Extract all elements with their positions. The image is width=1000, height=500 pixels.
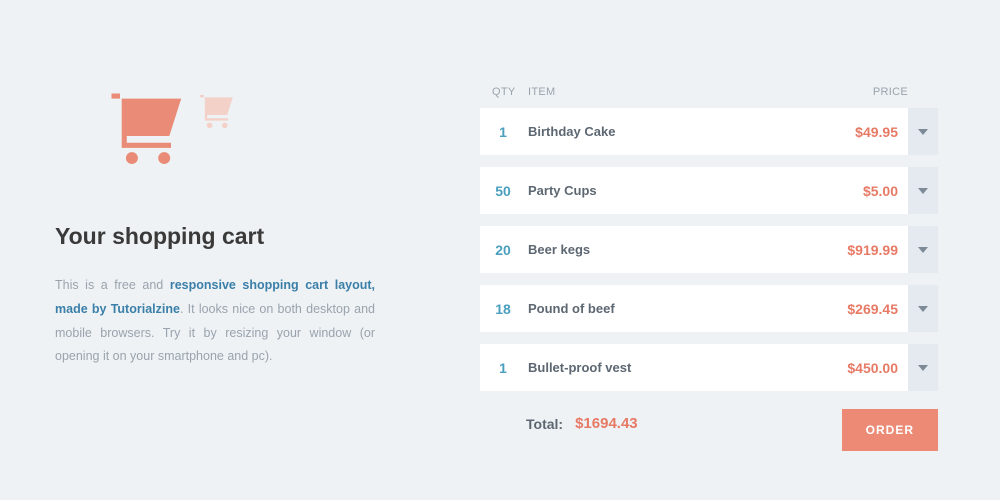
cart-illustration: [103, 85, 430, 175]
item-qty: 1: [480, 360, 526, 376]
cart-icon-faded: [196, 85, 236, 136]
item-price: $450.00: [818, 360, 908, 376]
item-price: $269.45: [818, 301, 908, 317]
item-name: Birthday Cake: [526, 124, 818, 139]
expand-toggle[interactable]: [908, 167, 938, 214]
cart-row: 1 Bullet-proof vest $450.00: [480, 344, 938, 391]
cart-icon: [103, 85, 188, 175]
expand-toggle[interactable]: [908, 226, 938, 273]
item-qty: 20: [480, 242, 526, 258]
header-item: ITEM: [526, 86, 838, 98]
item-name: Beer kegs: [526, 242, 818, 257]
header-qty: QTY: [480, 86, 526, 98]
page-description: This is a free and responsive shopping c…: [55, 274, 375, 369]
item-price: $5.00: [818, 183, 908, 199]
item-name: Party Cups: [526, 183, 818, 198]
item-price: $919.99: [818, 242, 908, 258]
cart-row: 18 Pound of beef $269.45: [480, 285, 938, 332]
page-title: Your shopping cart: [55, 223, 430, 250]
item-qty: 50: [480, 183, 526, 199]
cart-row: 1 Birthday Cake $49.95: [480, 108, 938, 155]
cart-row: 50 Party Cups $5.00: [480, 167, 938, 214]
item-qty: 18: [480, 301, 526, 317]
expand-toggle[interactable]: [908, 108, 938, 155]
total-value: $1694.43: [575, 415, 638, 432]
expand-toggle[interactable]: [908, 344, 938, 391]
expand-toggle[interactable]: [908, 285, 938, 332]
cart-row: 20 Beer kegs $919.99: [480, 226, 938, 273]
item-name: Bullet-proof vest: [526, 360, 818, 375]
table-header: QTY ITEM PRICE: [480, 86, 938, 108]
item-name: Pound of beef: [526, 301, 818, 316]
header-price: PRICE: [838, 86, 938, 98]
item-price: $49.95: [818, 124, 908, 140]
item-qty: 1: [480, 124, 526, 140]
order-button[interactable]: ORDER: [842, 409, 938, 451]
total-label: Total:: [526, 416, 563, 432]
